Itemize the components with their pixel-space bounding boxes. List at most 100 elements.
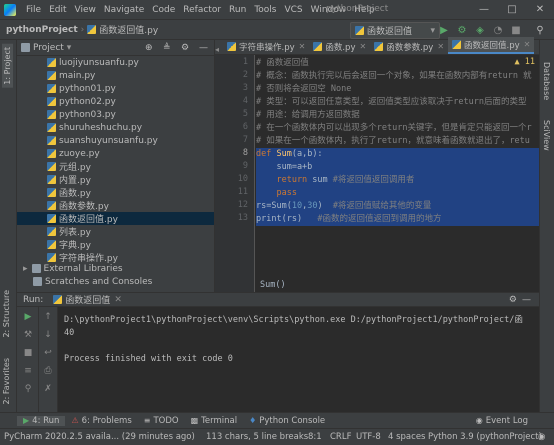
close-icon[interactable]: ✕ — [299, 42, 306, 51]
line-number: 4 — [242, 96, 248, 106]
menu-navigate[interactable]: Navigate — [100, 5, 148, 15]
hide-icon[interactable]: — — [199, 43, 208, 53]
stop-icon[interactable]: ■ — [508, 22, 524, 38]
close-icon[interactable]: ✕ — [114, 295, 122, 305]
menu-vcs[interactable]: VCS — [280, 5, 306, 15]
tree-file-item[interactable]: luojiyunsuanfu.py — [17, 56, 214, 69]
tree-file-label: 函数.py — [59, 189, 91, 199]
tool-tab-todo[interactable]: ≡ TODO — [138, 416, 185, 426]
tree-file-label: python02.py — [59, 96, 116, 107]
menu-code[interactable]: Code — [148, 5, 179, 15]
collapse-icon[interactable]: ≜ — [163, 43, 171, 53]
tab-function[interactable]: 函数.py ✕ — [309, 39, 370, 54]
status-update-message[interactable]: PyCharm 2020.2.5 availa... (29 minutes a… — [4, 432, 195, 442]
close-icon[interactable]: ✕ — [437, 42, 444, 51]
project-panel-title[interactable]: Project — [33, 43, 64, 53]
tree-file-item[interactable]: 列表.py — [17, 225, 214, 238]
menu-refactor[interactable]: Refactor — [179, 5, 225, 15]
tool-tab-terminal[interactable]: ▩ Terminal — [185, 416, 243, 426]
tab-string-ops[interactable]: 字符串操作.py ✕ — [223, 39, 309, 54]
python-file-icon — [313, 42, 323, 51]
menu-run[interactable]: Run — [225, 5, 250, 15]
close-icon[interactable]: ✕ — [524, 40, 531, 49]
tool-tab-structure[interactable]: 2: Structure — [2, 290, 11, 338]
print-icon[interactable]: ⎙ — [42, 365, 54, 377]
soft-wrap-icon[interactable]: ↩ — [42, 347, 54, 359]
tab-function-params[interactable]: 函数参数.py ✕ — [370, 39, 448, 54]
tree-file-item[interactable]: 函数参数.py — [17, 199, 214, 212]
status-encoding[interactable]: UTF-8 — [356, 432, 381, 442]
rerun-icon[interactable]: ▶ — [22, 311, 34, 323]
trash-icon[interactable]: ✗ — [42, 383, 54, 395]
scratches-icon — [33, 277, 42, 286]
status-line-separator[interactable]: CRLF — [330, 432, 351, 442]
tree-file-item[interactable]: 函数返回值.py — [17, 212, 214, 225]
layout-icon[interactable]: ≡ — [22, 365, 34, 377]
tool-tab-favorites[interactable]: 2: Favorites — [2, 358, 11, 404]
menu-view[interactable]: View — [71, 5, 100, 15]
minimize-icon[interactable]: — — [470, 0, 498, 19]
python-file-icon — [452, 40, 462, 49]
maximize-icon[interactable]: □ — [498, 0, 526, 19]
tree-file-item[interactable]: python02.py — [17, 95, 214, 108]
gear-icon[interactable]: ⚙ — [509, 295, 517, 305]
tree-file-item[interactable]: python01.py — [17, 82, 214, 95]
status-caret-position[interactable]: 8:1 — [308, 432, 322, 442]
target-icon[interactable]: ⊕ — [145, 43, 153, 53]
run-config-selector[interactable]: 函数返回值 ▾ — [350, 22, 440, 39]
stop-icon[interactable]: ■ — [22, 347, 34, 359]
wrench-icon[interactable]: ⚒ — [22, 329, 34, 341]
tree-file-item[interactable]: python03.py — [17, 108, 214, 121]
debug-icon[interactable]: ⚙ — [454, 22, 470, 38]
search-icon[interactable]: ⚲ — [532, 22, 548, 38]
tree-scratches[interactable]: Scratches and Consoles — [33, 275, 152, 288]
tree-file-item[interactable]: 字典.py — [17, 238, 214, 251]
status-interpreter[interactable]: Python 3.9 (pythonProject) — [428, 432, 542, 442]
breadcrumb-project[interactable]: pythonProject — [6, 25, 78, 35]
close-icon[interactable]: ✕ — [359, 42, 366, 51]
pin-icon[interactable]: ⚲ — [22, 383, 34, 395]
code-line: sum=a+b — [256, 161, 539, 174]
tool-tab-sciview[interactable]: SciView — [542, 120, 551, 151]
tree-file-item[interactable]: 内置.py — [17, 173, 214, 186]
menu-file[interactable]: File — [22, 5, 45, 15]
gear-icon[interactable]: ⚙ — [181, 43, 189, 53]
chevron-right-icon: ▸ — [23, 263, 28, 274]
warning-indicator[interactable]: ▲ 11 — [515, 57, 535, 67]
chevron-down-icon[interactable]: ▾ — [67, 43, 72, 53]
close-icon[interactable]: ✕ — [526, 0, 554, 19]
tool-tab-run[interactable]: ▶ 4: Run — [17, 415, 66, 426]
tool-tab-problems[interactable]: ⚠ 6: Problems — [65, 416, 137, 426]
status-indent[interactable]: 4 spaces — [388, 432, 425, 442]
tree-file-label: 函数返回值.py — [59, 215, 118, 225]
arrow-up-icon[interactable]: ↑ — [42, 311, 54, 323]
code-editor[interactable]: ▲ 11 # 函数返回值 # 概念：函数执行完以后会返回一个对象，如果在函数内部… — [256, 55, 539, 292]
tree-file-item[interactable]: suanshuyunsuanfu.py — [17, 134, 214, 147]
arrow-down-icon[interactable]: ↓ — [42, 329, 54, 341]
tree-file-item[interactable]: zuoye.py — [17, 147, 214, 160]
tool-tab-event-log[interactable]: ◉ Event Log — [470, 416, 534, 426]
tool-tab-database[interactable]: Database — [542, 62, 551, 100]
tree-external-libraries[interactable]: ▸ External Libraries — [23, 262, 123, 275]
run-icon[interactable]: ▶ — [436, 22, 452, 38]
tree-file-item[interactable]: 函数.py — [17, 186, 214, 199]
breadcrumb-hint[interactable]: Sum() — [260, 280, 286, 290]
tree-file-item[interactable]: 元组.py — [17, 160, 214, 173]
lock-icon[interactable]: ◉ — [538, 432, 545, 442]
coverage-icon[interactable]: ◈ — [472, 22, 488, 38]
menu-edit[interactable]: Edit — [45, 5, 70, 15]
run-tab[interactable]: 函数返回值 ✕ — [53, 293, 122, 306]
run-panel-header: Run: 函数返回值 ✕ ⚙ — — [17, 292, 539, 307]
breadcrumb-file[interactable]: 函数返回值.py — [99, 23, 158, 36]
tool-tab-project[interactable]: 1: Project — [2, 44, 13, 88]
tree-file-item[interactable]: main.py — [17, 69, 214, 82]
python-icon: ♦ — [249, 416, 257, 425]
menu-tools[interactable]: Tools — [250, 5, 280, 15]
tree-file-item[interactable]: shuruheshuchu.py — [17, 121, 214, 134]
profile-icon[interactable]: ◔ — [490, 22, 506, 38]
tabs-scroll-icon[interactable]: ◂ — [215, 45, 223, 54]
tab-function-return[interactable]: 函数返回值.py ✕ — [448, 37, 535, 54]
console-output[interactable]: D:\pythonProject1\pythonProject\venv\Scr… — [58, 307, 539, 412]
tool-tab-python-console[interactable]: ♦ Python Console — [243, 416, 331, 426]
hide-icon[interactable]: — — [522, 295, 531, 305]
